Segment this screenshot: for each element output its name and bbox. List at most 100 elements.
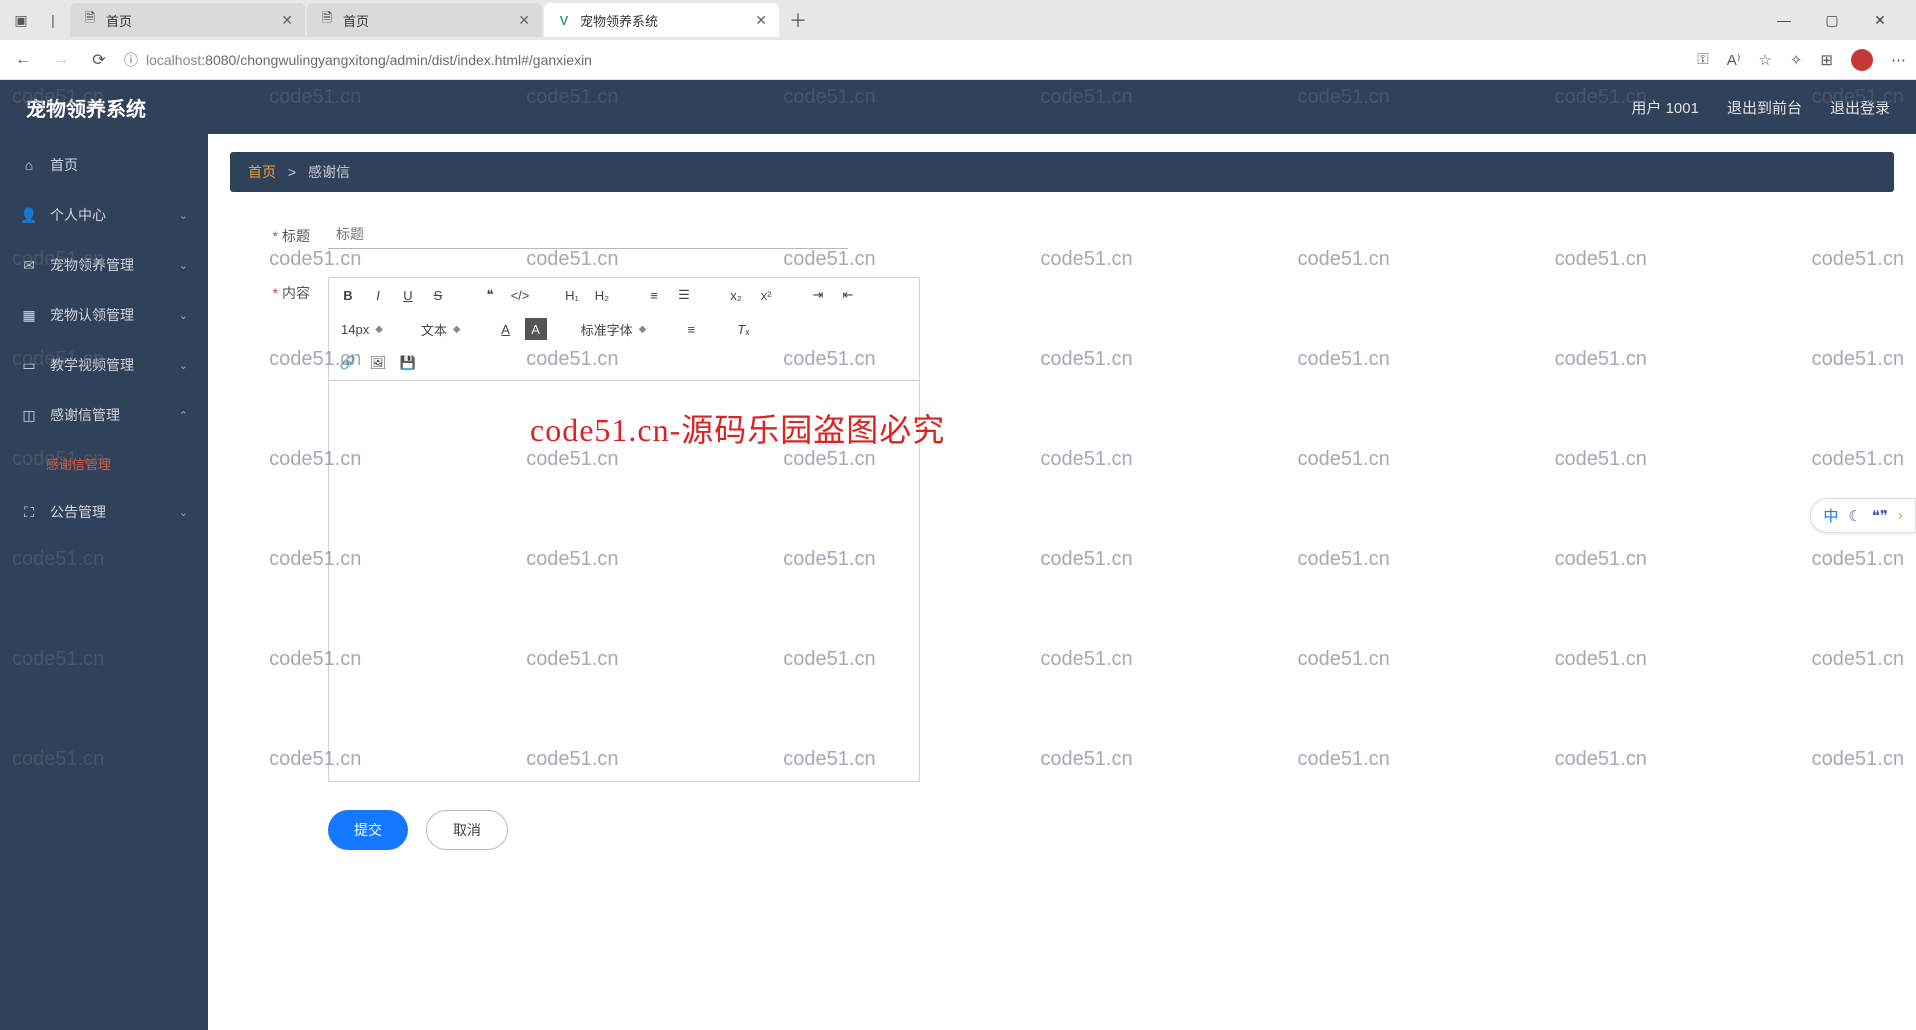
sidebar-item-label: 感谢信管理 — [50, 405, 120, 425]
tab-strip: ▣ | 🗎 首页 ✕ 🗎 首页 ✕ V 宠物领养系统 ✕ ＋ — ▢ ✕ — [0, 0, 1916, 40]
bg-color-icon[interactable]: A — [525, 318, 547, 340]
sidebar-item-claim[interactable]: ▦ 宠物认领管理 ⌄ — [0, 290, 208, 340]
page-icon: 🗎 — [319, 12, 335, 28]
font-size-select[interactable]: 14px◆ — [337, 322, 387, 337]
sidebar-item-label: 个人中心 — [50, 205, 106, 225]
close-icon[interactable]: ✕ — [518, 12, 530, 29]
editor-body[interactable] — [329, 381, 919, 781]
minimize-icon[interactable]: — — [1770, 12, 1798, 29]
h1-icon[interactable]: H₁ — [561, 284, 583, 306]
sidebar-item-profile[interactable]: 👤 个人中心 ⌄ — [0, 190, 208, 240]
crop-icon: ◫ — [20, 406, 38, 424]
sidebar-item-adopt[interactable]: ✉ 宠物领养管理 ⌄ — [0, 240, 208, 290]
tab-title: 首页 — [343, 11, 369, 30]
read-aloud-icon[interactable]: A⁾ — [1727, 51, 1741, 69]
site-info-icon[interactable]: ⓘ — [124, 50, 138, 70]
cancel-button[interactable]: 取消 — [426, 810, 508, 850]
h2-icon[interactable]: H₂ — [591, 284, 613, 306]
rich-editor: B I U S ❝ </> H₁ H₂ ≡ — [328, 277, 920, 782]
video-icon: ▭ — [20, 356, 38, 374]
bold-icon[interactable]: B — [337, 284, 359, 306]
content-area: 首页 > 感谢信 *标题 *内容 B — [208, 134, 1916, 1030]
chevron-down-icon: ⌄ — [179, 309, 188, 322]
unordered-list-icon[interactable]: ☰ — [673, 284, 695, 306]
vue-icon: V — [556, 12, 572, 28]
url-path: :8080/chongwulingyangxitong/admin/dist/i… — [201, 52, 592, 68]
breadcrumb-home[interactable]: 首页 — [248, 164, 276, 180]
divider: | — [38, 12, 68, 28]
grid-icon: ▦ — [20, 306, 38, 324]
outdent-icon[interactable]: ⇤ — [837, 284, 859, 306]
ime-widget[interactable]: 中 ☾ ❝❞ › — [1810, 498, 1916, 533]
image-icon[interactable]: 🖼 — [367, 352, 389, 374]
url-box[interactable]: ⓘ localhost:8080/chongwulingyangxitong/a… — [124, 50, 1685, 70]
breadcrumb-current: 感谢信 — [308, 164, 350, 180]
app-title: 宠物领养系统 — [26, 93, 146, 122]
content-label: *内容 — [248, 277, 310, 303]
code-icon[interactable]: </> — [509, 284, 531, 306]
more-icon[interactable]: ⋯ — [1891, 51, 1906, 69]
collections-icon[interactable]: ✧ — [1790, 51, 1803, 69]
chevron-down-icon: ⌄ — [179, 259, 188, 272]
home-icon: ⌂ — [20, 156, 38, 174]
exit-to-front-link[interactable]: 退出到前台 — [1727, 97, 1802, 118]
browser-tab[interactable]: 🗎 首页 ✕ — [70, 3, 305, 37]
refresh-icon[interactable]: ⟳ — [86, 50, 112, 70]
back-icon[interactable]: ← — [10, 51, 36, 69]
italic-icon[interactable]: I — [367, 284, 389, 306]
submit-button[interactable]: 提交 — [328, 810, 408, 850]
new-tab-button[interactable]: ＋ — [781, 3, 815, 37]
form: *标题 *内容 B I U S — [230, 192, 1894, 878]
indent-icon[interactable]: ⇥ — [807, 284, 829, 306]
browser-tab[interactable]: 🗎 首页 ✕ — [307, 3, 542, 37]
app: 宠物领养系统 用户 1001 退出到前台 退出登录 ⌂ 首页 👤 个人中心 ⌄ … — [0, 80, 1916, 1030]
superscript-icon[interactable]: x² — [755, 284, 777, 306]
editor-toolbar: B I U S ❝ </> H₁ H₂ ≡ — [329, 278, 919, 381]
save-icon[interactable]: 💾 — [397, 352, 419, 374]
forward-icon[interactable]: → — [48, 51, 74, 69]
sidebar-item-label: 宠物认领管理 — [50, 305, 134, 325]
align-icon[interactable]: ≡ — [680, 318, 702, 340]
profile-avatar[interactable] — [1851, 49, 1873, 71]
link-icon[interactable]: 🔗 — [337, 352, 359, 374]
sidebar-item-notice[interactable]: ⛶ 公告管理 ⌄ — [0, 487, 208, 537]
font-color-icon[interactable]: A — [495, 318, 517, 340]
sidebar-item-thanks[interactable]: ◫ 感谢信管理 ⌃ — [0, 390, 208, 440]
window-menu-icon[interactable]: ▣ — [6, 12, 36, 29]
moon-icon: ☾ — [1848, 507, 1861, 525]
window-controls: — ▢ ✕ — [1770, 12, 1910, 29]
font-family-select[interactable]: 标准字体◆ — [577, 320, 651, 339]
sidebar-item-label: 教学视频管理 — [50, 355, 134, 375]
maximize-icon[interactable]: ▢ — [1818, 12, 1846, 29]
ordered-list-icon[interactable]: ≡ — [643, 284, 665, 306]
extensions-icon[interactable]: ⊞ — [1820, 51, 1833, 69]
close-window-icon[interactable]: ✕ — [1866, 12, 1894, 29]
sidebar-item-label: 公告管理 — [50, 502, 106, 522]
user-icon: 👤 — [20, 206, 38, 224]
sidebar-item-home[interactable]: ⌂ 首页 — [0, 140, 208, 190]
title-label: *标题 — [248, 220, 310, 246]
sidebar-sub-thanks[interactable]: 感谢信管理 — [0, 440, 208, 487]
tab-title: 宠物领养系统 — [580, 11, 658, 30]
underline-icon[interactable]: U — [397, 284, 419, 306]
favorite-icon[interactable]: ☆ — [1758, 51, 1771, 69]
browser-tab-active[interactable]: V 宠物领养系统 ✕ — [544, 3, 779, 37]
sidebar-item-video[interactable]: ▭ 教学视频管理 ⌄ — [0, 340, 208, 390]
chevron-right-icon[interactable]: › — [1898, 507, 1903, 524]
chevron-down-icon: ⌄ — [179, 209, 188, 222]
address-bar: ← → ⟳ ⓘ localhost:8080/chongwulingyangxi… — [0, 40, 1916, 80]
chevron-down-icon: ⌄ — [179, 506, 188, 519]
chevron-down-icon: ⌄ — [179, 359, 188, 372]
text-style-select[interactable]: 文本◆ — [417, 320, 465, 339]
strike-icon[interactable]: S — [427, 284, 449, 306]
close-icon[interactable]: ✕ — [755, 12, 767, 29]
quote-icon[interactable]: ❝ — [479, 284, 501, 306]
logout-link[interactable]: 退出登录 — [1830, 97, 1890, 118]
key-icon[interactable]: ⚿ — [1697, 51, 1708, 68]
close-icon[interactable]: ✕ — [281, 12, 293, 29]
title-input[interactable] — [328, 220, 848, 249]
user-label[interactable]: 用户 1001 — [1631, 97, 1699, 118]
tab-title: 首页 — [106, 11, 132, 30]
subscript-icon[interactable]: x₂ — [725, 284, 747, 306]
clear-format-icon[interactable]: Tₓ — [732, 318, 754, 340]
